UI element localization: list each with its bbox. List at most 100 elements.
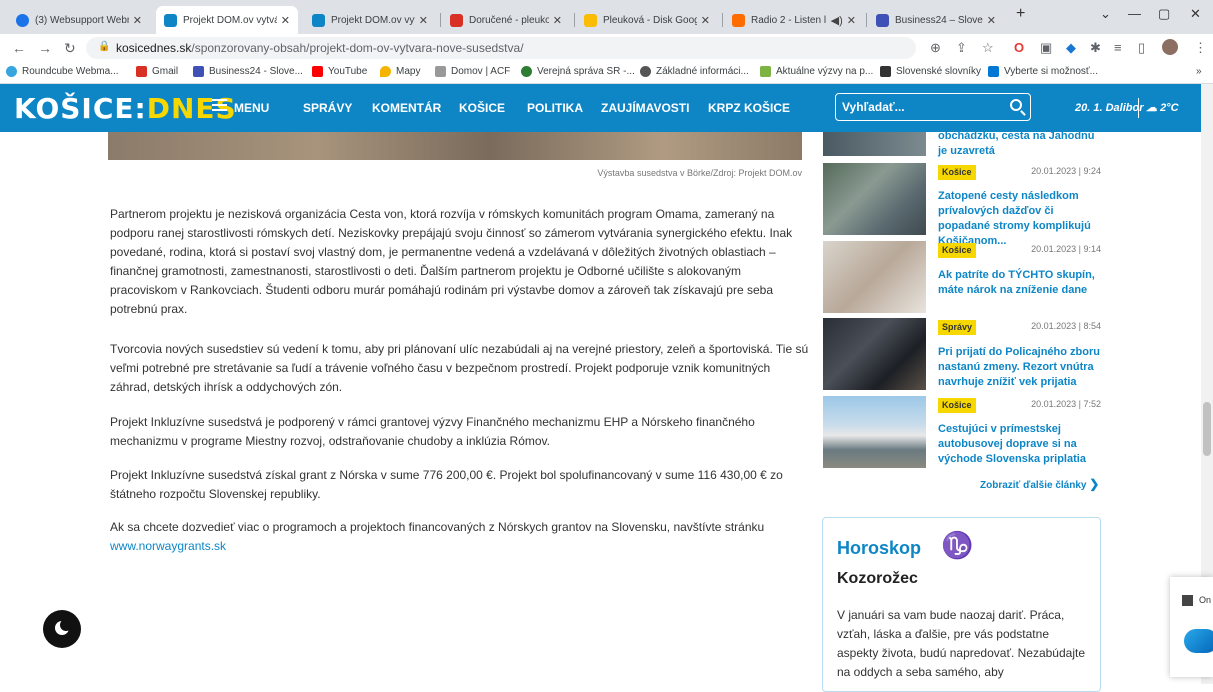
speaker-icon[interactable]: ◀) [831,14,843,27]
tab-title: Pleuková - Disk Goog [603,14,697,26]
article-thumbnail[interactable] [823,241,926,313]
browser-tab[interactable]: Projekt DOM.ov vytvá ✕ [304,6,436,34]
browser-tab[interactable]: Business24 – Sloven ✕ [868,6,1004,34]
sidebar-article-title-partial[interactable]: obchádzku, cesta na Jahodnú je uzavretá [938,129,1102,159]
category-badge[interactable]: Košice [938,165,976,180]
browser-tab-active[interactable]: Projekt DOM.ov vytvá ✕ [156,6,298,34]
tab-close-icon[interactable]: ✕ [847,14,856,27]
back-arrow-icon[interactable]: ← [12,40,26,56]
onedrive-notification[interactable]: On [1170,577,1213,677]
bookmark-item[interactable]: Domov | ACF [435,66,510,77]
extension-icon[interactable]: ▣ [1040,40,1052,56]
article-paragraph-text: Ak sa chcete dozvedieť viac o programoch… [110,520,765,534]
bookmark-item[interactable]: Verejná správa SR -... [521,66,635,77]
category-badge[interactable]: Správy [938,320,977,335]
article-thumbnail[interactable] [823,163,926,235]
site-logo[interactable]: KOŠICE:DNES [14,92,237,125]
article-thumbnail[interactable] [823,396,926,468]
close-window-button[interactable]: ✕ [1190,6,1201,22]
search-input[interactable] [842,98,1002,116]
side-panel-icon[interactable]: ▯ [1138,40,1145,56]
tab-close-icon[interactable]: ✕ [281,14,290,27]
tab-search-chevron-icon[interactable]: ⌄ [1100,6,1111,22]
article-timestamp: 20.01.2023 | 7:52 [1031,399,1101,409]
nav-item-politika[interactable]: POLITIKA [527,101,583,115]
article-thumbnail[interactable] [823,318,926,390]
article-timestamp: 20.01.2023 | 9:24 [1031,166,1101,176]
browser-tab[interactable]: (3) Websupport Webm ✕ [8,6,150,34]
bookmarks-overflow-button[interactable]: » [1196,66,1202,77]
nav-menu-button[interactable]: MENU [234,101,269,115]
nav-item-kosice[interactable]: KOŠICE [459,101,505,115]
hamburger-menu-icon[interactable] [212,99,227,112]
url-input[interactable]: 🔒 kosicednes.sk/sponzorovany-obsah/proje… [86,37,916,59]
opera-extension-icon[interactable]: O [1014,40,1024,55]
tab-title: Doručené - pleukova [469,14,549,26]
browser-tab[interactable]: Pleuková - Disk Goog ✕ [576,6,718,34]
tab-close-icon[interactable]: ✕ [701,14,710,27]
bookmark-item[interactable]: Mapy [380,66,420,77]
gov-icon [521,66,532,77]
nav-item-spravy[interactable]: SPRÁVY [303,101,352,115]
chevron-right-icon: ❯ [1089,477,1100,491]
nav-item-komentar[interactable]: KOMENTÁR [372,101,441,115]
lock-icon[interactable]: 🔒 [98,41,110,52]
dictionary-icon [880,66,891,77]
tab-favicon-icon [164,13,177,27]
vpn-shield-icon[interactable]: ◆ [1066,40,1076,56]
bookmark-item[interactable]: YouTube [312,66,367,77]
tab-favicon-icon [312,13,325,27]
bookmark-item[interactable]: Základné informáci... [640,66,749,77]
maps-pin-icon [380,66,391,77]
horoscope-sign[interactable]: Kozorožec [837,570,918,588]
tab-close-icon[interactable]: ✕ [987,14,996,27]
profile-avatar[interactable] [1162,39,1178,55]
bookmark-item[interactable]: Roundcube Webma... [6,66,119,77]
article-paragraph: Partnerom projektu je nezisková organizá… [110,207,793,316]
norwaygrants-link[interactable]: www.norwaygrants.sk [110,539,226,553]
share-icon[interactable]: ⇪ [956,40,967,56]
sidebar-article-title[interactable]: Cestujúci v prímestskej autobusovej dopr… [938,422,1102,467]
more-articles-link[interactable]: Zobraziť ďalšie články ❯ [980,477,1099,491]
dark-mode-toggle[interactable] [43,610,81,648]
extensions-puzzle-icon[interactable]: ✱ [1090,40,1101,56]
site-header: KOŠICE:DNES MENU SPRÁVY KOMENTÁR KOŠICE … [0,84,1213,132]
url-domain: kosicednes.sk [116,41,192,55]
horoscope-title: Horoskop [837,538,922,558]
tab-close-icon[interactable]: ✕ [133,14,142,27]
nav-item-krpz-kosice[interactable]: KRPZ KOŠICE [708,101,790,115]
url-path: /sponzorovany-obsah/projekt-dom-ov-vytva… [191,41,524,55]
nav-item-zaujimavosti[interactable]: ZAUJÍMAVOSTI [601,101,689,115]
reload-icon[interactable]: ↻ [64,40,76,57]
bookmark-item[interactable]: Gmail [136,66,178,77]
bookmark-item[interactable]: Vyberte si možnosť... [988,66,1098,77]
tab-close-icon[interactable]: ✕ [553,14,562,27]
article-thumbnail[interactable] [823,132,926,156]
bookmark-item[interactable]: Business24 - Slove... [193,66,303,77]
browser-tab-bar: (3) Websupport Webm ✕ Projekt DOM.ov vyt… [0,0,1213,34]
scrollbar-thumb[interactable] [1203,402,1211,456]
browser-menu-icon[interactable]: ⋮ [1194,40,1207,56]
category-badge[interactable]: Košice [938,243,976,258]
weather-widget[interactable]: ☁ 2°C [1146,101,1179,114]
maximize-button[interactable]: ▢ [1158,6,1170,22]
bookmark-item[interactable]: Aktuálne výzvy na p... [760,66,873,77]
bookmark-item[interactable]: Slovenské slovníky [880,66,981,77]
browser-tab[interactable]: Radio 2 - Listen l ◀) ✕ [724,6,864,34]
new-tab-button[interactable]: + [1016,5,1025,23]
reading-list-icon[interactable]: ≡ [1114,40,1122,55]
browser-tab[interactable]: Doručené - pleukova ✕ [442,6,570,34]
horoscope-text: V januári sa vam bude naozaj dariť. Prác… [837,608,1085,679]
sidebar-article-title[interactable]: Zatopené cesty následkom prívalových daž… [938,189,1102,249]
tab-close-icon[interactable]: ✕ [419,14,428,27]
url-text[interactable]: kosicednes.sk/sponzorovany-obsah/projekt… [116,41,524,55]
category-badge[interactable]: Košice [938,398,976,413]
bookmark-star-icon[interactable]: ☆ [982,40,994,56]
forward-arrow-icon[interactable]: → [38,40,52,56]
notification-label: On [1199,595,1212,605]
sidebar-article-title[interactable]: Ak patríte do TÝCHTO skupín, máte nárok … [938,268,1102,298]
sidebar-article-title[interactable]: Pri prijatí do Policajného zboru nastanú… [938,345,1102,390]
search-icon[interactable] [1010,99,1022,111]
minimize-button[interactable]: — [1128,6,1141,21]
google-lens-icon[interactable]: ⊕ [930,40,941,56]
